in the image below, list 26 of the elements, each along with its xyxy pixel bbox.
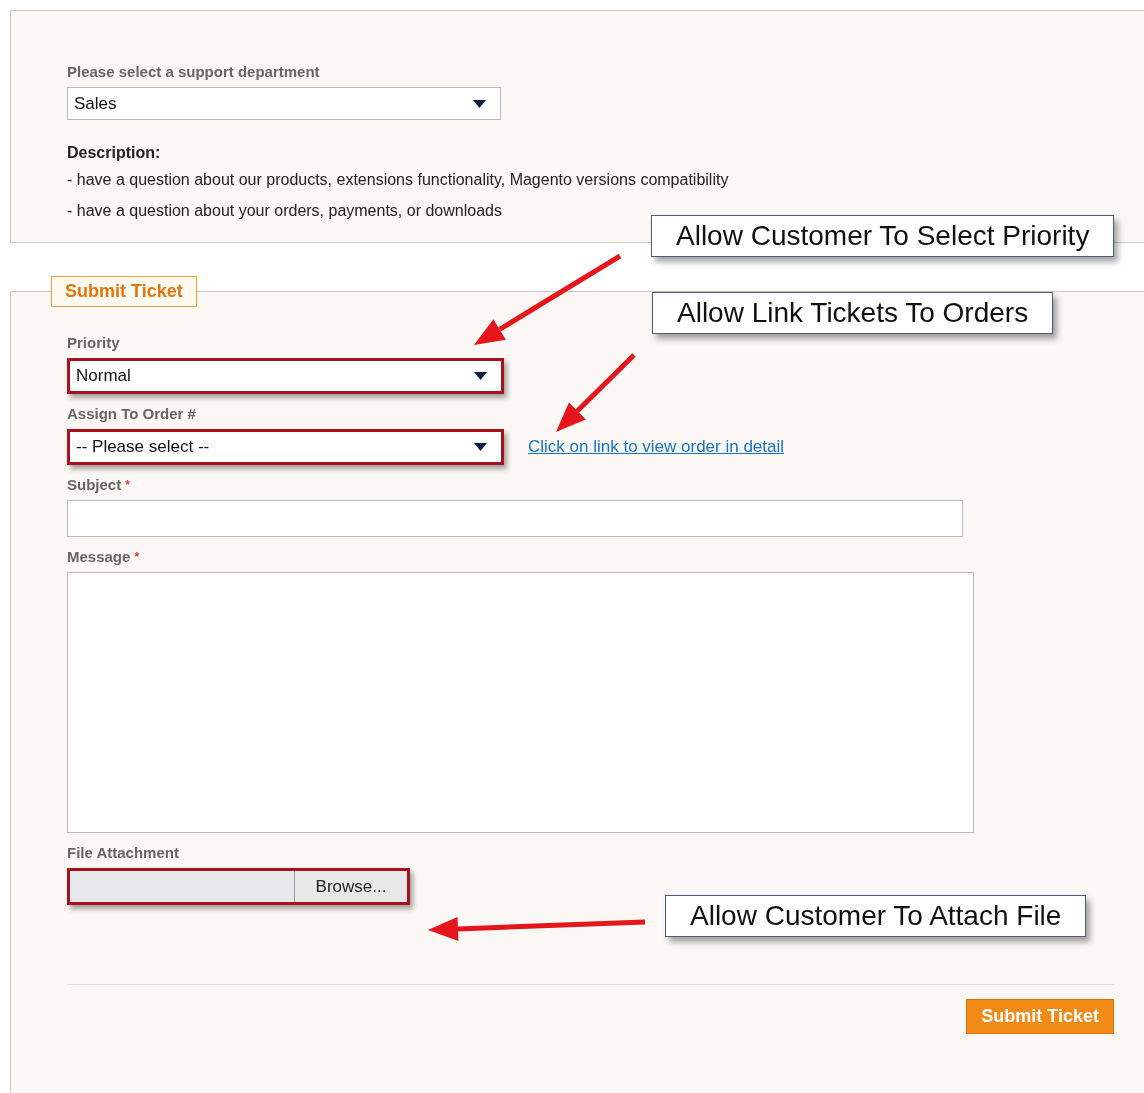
field-label: Please select a support department bbox=[67, 63, 320, 81]
browse-button[interactable]: Browse... bbox=[295, 871, 407, 902]
required-mark: * bbox=[125, 477, 130, 494]
field-label: Message bbox=[67, 548, 131, 566]
callout-label: Allow Customer To Select Priority bbox=[651, 215, 1115, 257]
caret-icon bbox=[474, 443, 487, 451]
department-select[interactable]: Sales bbox=[67, 87, 501, 120]
description-line: - have a question about your orders, payments, or downloads bbox=[67, 201, 503, 221]
section-legend: Submit Ticket bbox=[51, 276, 197, 307]
callout-label: Allow Customer To Attach File bbox=[665, 895, 1087, 937]
field-label: Subject bbox=[67, 476, 122, 494]
caret-icon bbox=[473, 99, 486, 108]
order-link[interactable]: Click on link to view order in detail bbox=[528, 437, 785, 457]
field-label: Priority bbox=[67, 334, 120, 352]
field-label: File Attachment bbox=[67, 844, 179, 862]
callout-label: Allow Link Tickets To Orders bbox=[652, 292, 1054, 334]
caret-icon bbox=[474, 372, 487, 380]
message-field[interactable] bbox=[67, 572, 974, 833]
description-title: Description: bbox=[67, 143, 162, 163]
dropdown-select[interactable]: -- Please select -- bbox=[67, 429, 504, 465]
subject-field[interactable] bbox=[67, 500, 963, 537]
field-label: Assign To Order # bbox=[67, 405, 196, 423]
file-input[interactable]: Browse... bbox=[67, 868, 410, 905]
description-line: - have a question about our products, extensions functionality, Magento versions compatibility bbox=[67, 170, 730, 190]
dropdown-select[interactable]: Normal bbox=[67, 358, 504, 394]
required-mark: * bbox=[134, 549, 140, 566]
